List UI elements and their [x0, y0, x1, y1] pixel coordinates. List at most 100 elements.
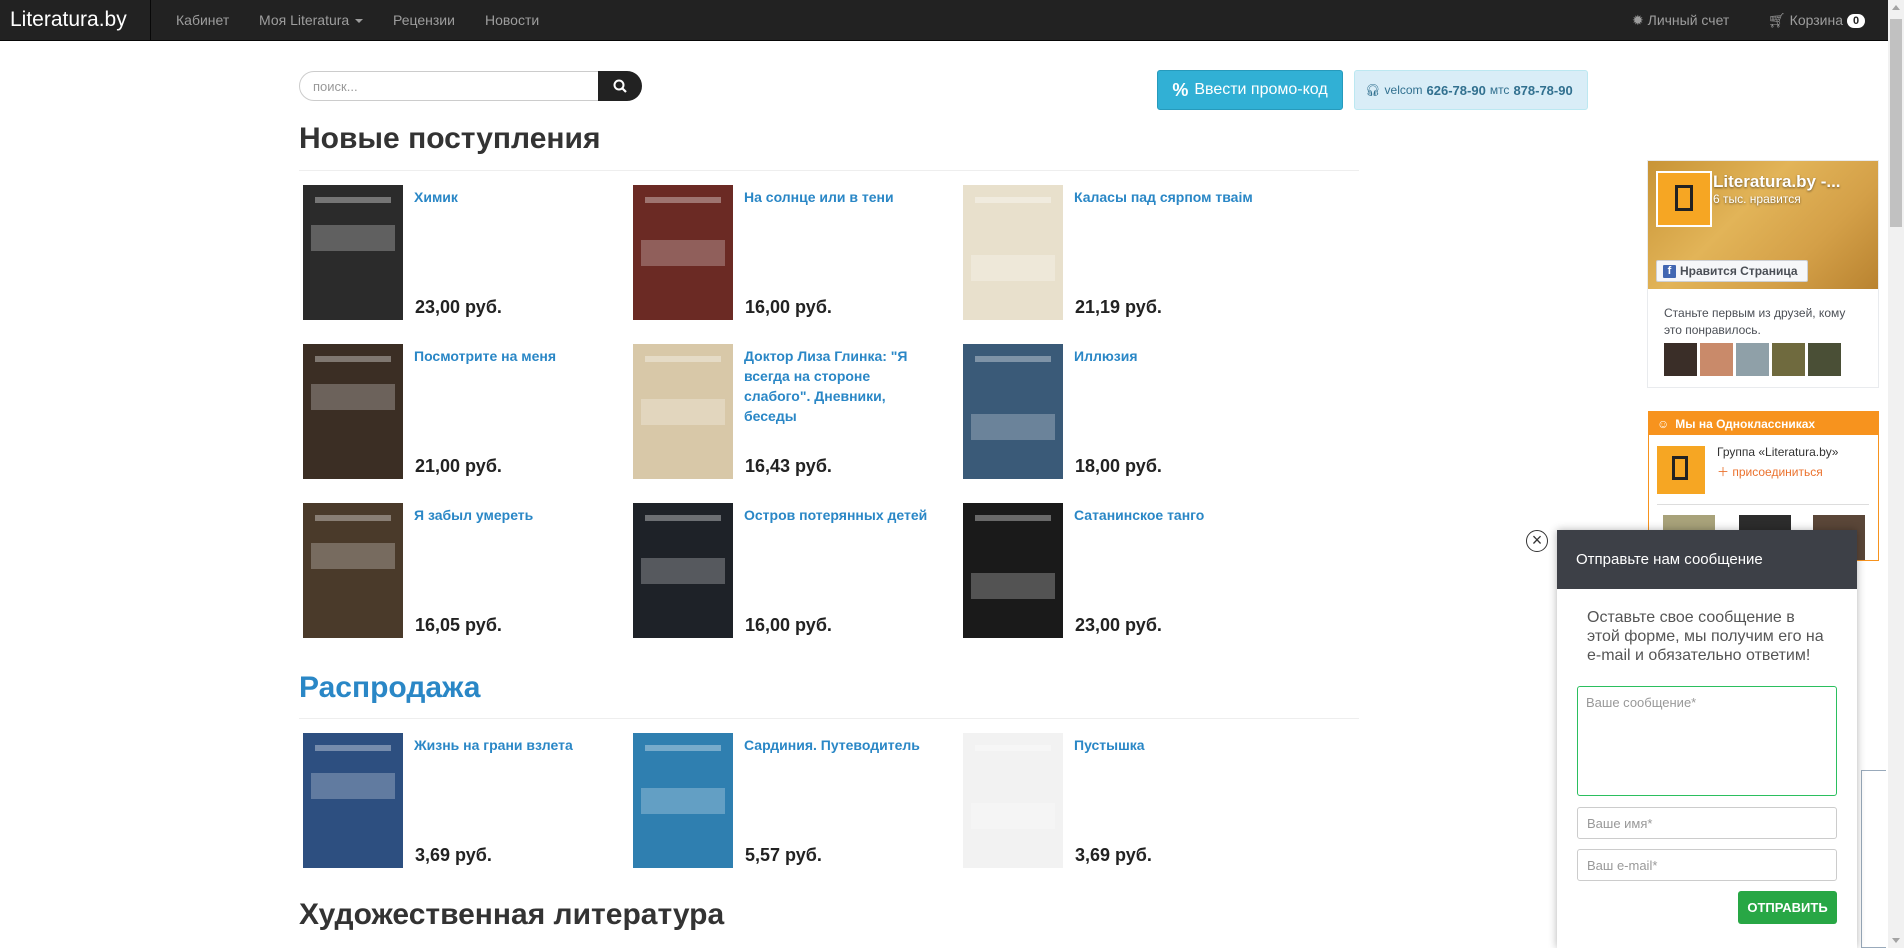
book-cover-image — [963, 503, 1063, 638]
product-title-link[interactable]: Доктор Лиза Глинка: "Я всегда на стороне… — [744, 346, 934, 426]
book-cover-image — [963, 733, 1063, 868]
avatar[interactable] — [1808, 343, 1841, 376]
plus-icon: ＋ — [1717, 465, 1733, 479]
product-title-link[interactable]: Сардиния. Путеводитель — [744, 735, 934, 755]
product-cover[interactable] — [633, 503, 733, 638]
ok-group-name[interactable]: Группа «Literatura.by» — [1717, 445, 1838, 459]
nav-my-literatura[interactable]: Моя Literatura — [259, 12, 364, 28]
product-cover[interactable] — [303, 733, 403, 868]
product-cover[interactable] — [963, 733, 1063, 868]
sun-icon: ✹ — [1632, 12, 1648, 28]
ok-divider — [1657, 504, 1869, 505]
promo-code-label: Ввести промо-код — [1194, 81, 1328, 98]
book-cover-image — [303, 503, 403, 638]
product-cover[interactable] — [633, 344, 733, 479]
chat-header[interactable]: Отправьте нам сообщение — [1557, 530, 1857, 589]
cart-link[interactable]: 🛒︎ Корзина 0 — [1768, 12, 1866, 29]
chevron-down-icon — [355, 19, 364, 24]
product-title-link[interactable]: Каласы пад сярпом тваім — [1074, 187, 1264, 207]
phone-operator-1: velcom — [1384, 83, 1423, 97]
product-title-link[interactable]: Посмотрите на меня — [414, 346, 604, 366]
product-card: Сатанинское танго 23,00 руб. — [960, 503, 1280, 638]
product-price: 16,43 руб. — [745, 456, 832, 476]
nav-reviews[interactable]: Рецензии — [393, 12, 455, 28]
product-price: 16,00 руб. — [745, 297, 832, 317]
product-title-link[interactable]: Химик — [414, 187, 604, 207]
product-title-link[interactable]: Сатанинское танго — [1074, 505, 1264, 525]
facebook-like-button[interactable]: f Нравится Страница — [1656, 260, 1808, 282]
book-cover-image — [303, 344, 403, 479]
scroll-thumb[interactable] — [1890, 19, 1902, 227]
product-title-link[interactable]: Я забыл умереть — [414, 505, 604, 525]
product-cover[interactable] — [633, 185, 733, 320]
cart-icon: 🛒︎ — [1768, 12, 1790, 28]
section-divider — [299, 718, 1359, 719]
product-cover[interactable] — [963, 503, 1063, 638]
close-icon[interactable]: × — [1526, 530, 1548, 552]
facebook-likes-count: 6 тыс. нравится — [1713, 192, 1801, 206]
product-cover[interactable] — [303, 344, 403, 479]
product-title-link[interactable]: Остров потерянных детей — [744, 505, 934, 525]
product-price: 16,00 руб. — [745, 615, 832, 635]
product-cover[interactable] — [303, 503, 403, 638]
scroll-up-arrow-icon[interactable] — [1892, 5, 1900, 10]
nav-cabinet[interactable]: Кабинет — [176, 12, 229, 28]
facebook-page-logo[interactable] — [1656, 171, 1712, 227]
ok-header-label: Мы на Одноклассниках — [1675, 416, 1816, 431]
product-cover[interactable] — [633, 733, 733, 868]
nav-news[interactable]: Новости — [485, 12, 539, 28]
book-cover-image — [963, 185, 1063, 320]
ok-group-logo[interactable] — [1657, 446, 1705, 494]
product-price: 21,19 руб. — [1075, 297, 1162, 317]
product-cover[interactable] — [303, 185, 403, 320]
odnoklassniki-icon: ☺ — [1657, 416, 1670, 431]
account-label: Личный счет — [1647, 12, 1730, 28]
section-title-fiction: Художественная литература — [299, 898, 725, 931]
name-field[interactable] — [1577, 807, 1837, 839]
product-cover[interactable] — [963, 185, 1063, 320]
email-field[interactable] — [1577, 849, 1837, 881]
headphones-icon: 🎧︎ — [1365, 83, 1381, 97]
avatar[interactable] — [1664, 343, 1697, 376]
product-price: 5,57 руб. — [745, 845, 822, 865]
section-title-sale[interactable]: Распродажа — [299, 671, 480, 705]
top-navbar: Literatura.by Кабинет Моя Literatura Рец… — [0, 0, 1888, 41]
send-button[interactable]: ОТПРАВИТЬ — [1738, 891, 1837, 924]
product-title-link[interactable]: На солнце или в тени — [744, 187, 934, 207]
product-price: 23,00 руб. — [415, 297, 502, 317]
cart-count-badge: 0 — [1847, 14, 1866, 28]
product-card: Остров потерянных детей 16,00 руб. — [630, 503, 950, 638]
book-logo-icon — [1675, 185, 1693, 211]
account-link[interactable]: ✹ Личный счет — [1632, 12, 1729, 29]
product-title-link[interactable]: Иллюзия — [1074, 346, 1264, 366]
scroll-down-arrow-icon[interactable] — [1892, 938, 1900, 943]
product-cover[interactable] — [963, 344, 1063, 479]
product-card: Сардиния. Путеводитель 5,57 руб. — [630, 733, 950, 868]
promo-code-button[interactable]: % Ввести промо-код — [1157, 70, 1343, 110]
phone-number-1: 626-78-90 — [1426, 82, 1486, 98]
facebook-page-widget: Literatura.by -... 6 тыс. нравится f Нрав… — [1647, 160, 1879, 388]
message-field[interactable] — [1577, 686, 1837, 796]
search-button[interactable] — [598, 71, 642, 101]
ok-widget-header: ☺ Мы на Одноклассниках — [1649, 412, 1878, 435]
search-input[interactable] — [299, 71, 599, 101]
facebook-friend-faces — [1664, 343, 1841, 376]
side-widget-fragment — [1861, 770, 1886, 948]
phone-operator-2: мтс — [1489, 83, 1510, 97]
book-cover-image — [633, 185, 733, 320]
product-title-link[interactable]: Пустышка — [1074, 735, 1264, 755]
product-card: Каласы пад сярпом тваім 21,19 руб. — [960, 185, 1280, 320]
product-card: Я забыл умереть 16,05 руб. — [300, 503, 620, 638]
page-scrollbar[interactable] — [1888, 0, 1904, 948]
facebook-icon: f — [1663, 264, 1676, 278]
avatar[interactable] — [1736, 343, 1769, 376]
facebook-page-name[interactable]: Literatura.by -... — [1713, 172, 1841, 192]
ok-join-label: присоединиться — [1732, 465, 1823, 479]
book-logo-icon — [1672, 456, 1688, 480]
ok-join-link[interactable]: ＋ присоединиться — [1717, 463, 1823, 480]
section-divider — [299, 170, 1359, 171]
product-title-link[interactable]: Жизнь на грани взлета — [414, 735, 604, 755]
brand-logo[interactable]: Literatura.by — [10, 8, 127, 32]
avatar[interactable] — [1700, 343, 1733, 376]
avatar[interactable] — [1772, 343, 1805, 376]
